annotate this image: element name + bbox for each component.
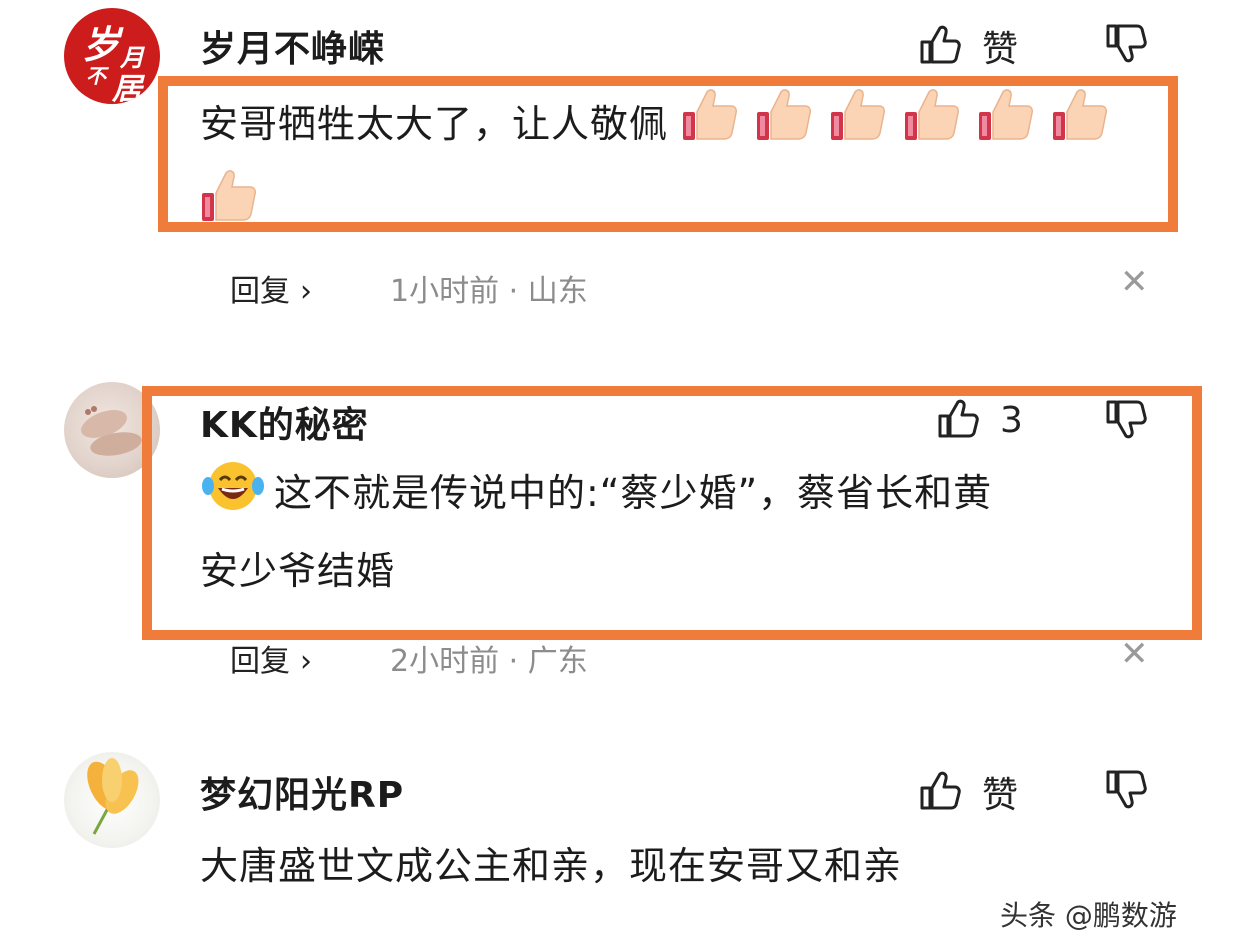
like-button[interactable]: 赞	[918, 20, 1018, 72]
chevron-right-icon: ›	[300, 274, 312, 309]
comment-text: 安哥牺牲太大了，让人敬佩	[200, 86, 1160, 248]
avatar[interactable]: 岁 月 不 居	[64, 8, 160, 104]
like-label: 赞	[982, 29, 1019, 70]
reply-button[interactable]: 回复 ›	[230, 636, 312, 680]
time-location: 2小时前 · 广东	[390, 644, 588, 679]
avatar[interactable]	[64, 752, 160, 848]
thumbs-up-icon	[936, 396, 980, 444]
chevron-right-icon: ›	[300, 644, 312, 679]
thumbs-up-emoji-icon	[977, 86, 1037, 167]
laughing-emoji-icon	[200, 456, 266, 535]
reply-button[interactable]: 回复 ›	[230, 266, 312, 310]
comment-text: 这不就是传说中的:“蔡少婚”，蔡省长和黄 安少爷结婚	[200, 456, 1160, 607]
dislike-button[interactable]	[1104, 398, 1148, 446]
username[interactable]: 梦幻阳光RP	[200, 766, 404, 818]
meta-row: 回复 › 2小时前 · 广东	[230, 636, 588, 680]
thumbs-up-emoji-icon	[1051, 86, 1111, 167]
thumbs-up-emoji-icon	[755, 86, 815, 167]
thumbs-up-icon	[918, 22, 962, 70]
comment-text: 大唐盛世文成公主和亲，现在安哥又和亲	[200, 844, 903, 888]
like-button[interactable]: 3	[936, 396, 1023, 444]
thumbs-up-emoji-icon	[681, 86, 741, 167]
dislike-button[interactable]	[1104, 22, 1148, 70]
avatar[interactable]	[64, 382, 160, 478]
close-icon[interactable]: ✕	[1120, 262, 1149, 302]
like-count: 3	[1000, 399, 1023, 441]
thumbs-down-icon	[1104, 398, 1148, 446]
time-location: 1小时前 · 山东	[390, 274, 588, 309]
thumbs-up-icon	[918, 768, 962, 816]
meta-row: 回复 › 1小时前 · 山东	[230, 266, 588, 310]
thumbs-up-emoji-icon	[200, 167, 260, 248]
thumbs-up-emoji-icon	[903, 86, 963, 167]
like-label: 赞	[982, 775, 1019, 816]
dislike-button[interactable]	[1104, 768, 1148, 816]
close-icon[interactable]: ✕	[1120, 634, 1149, 674]
watermark: 头条 @鹏数游	[1000, 899, 1177, 932]
username[interactable]: 岁月不峥嵘	[200, 20, 385, 72]
thumbs-up-emoji-icon	[829, 86, 889, 167]
username[interactable]: KK的秘密	[200, 396, 369, 448]
thumbs-down-icon	[1104, 768, 1148, 816]
like-button[interactable]: 赞	[918, 766, 1018, 818]
thumbs-down-icon	[1104, 22, 1148, 70]
